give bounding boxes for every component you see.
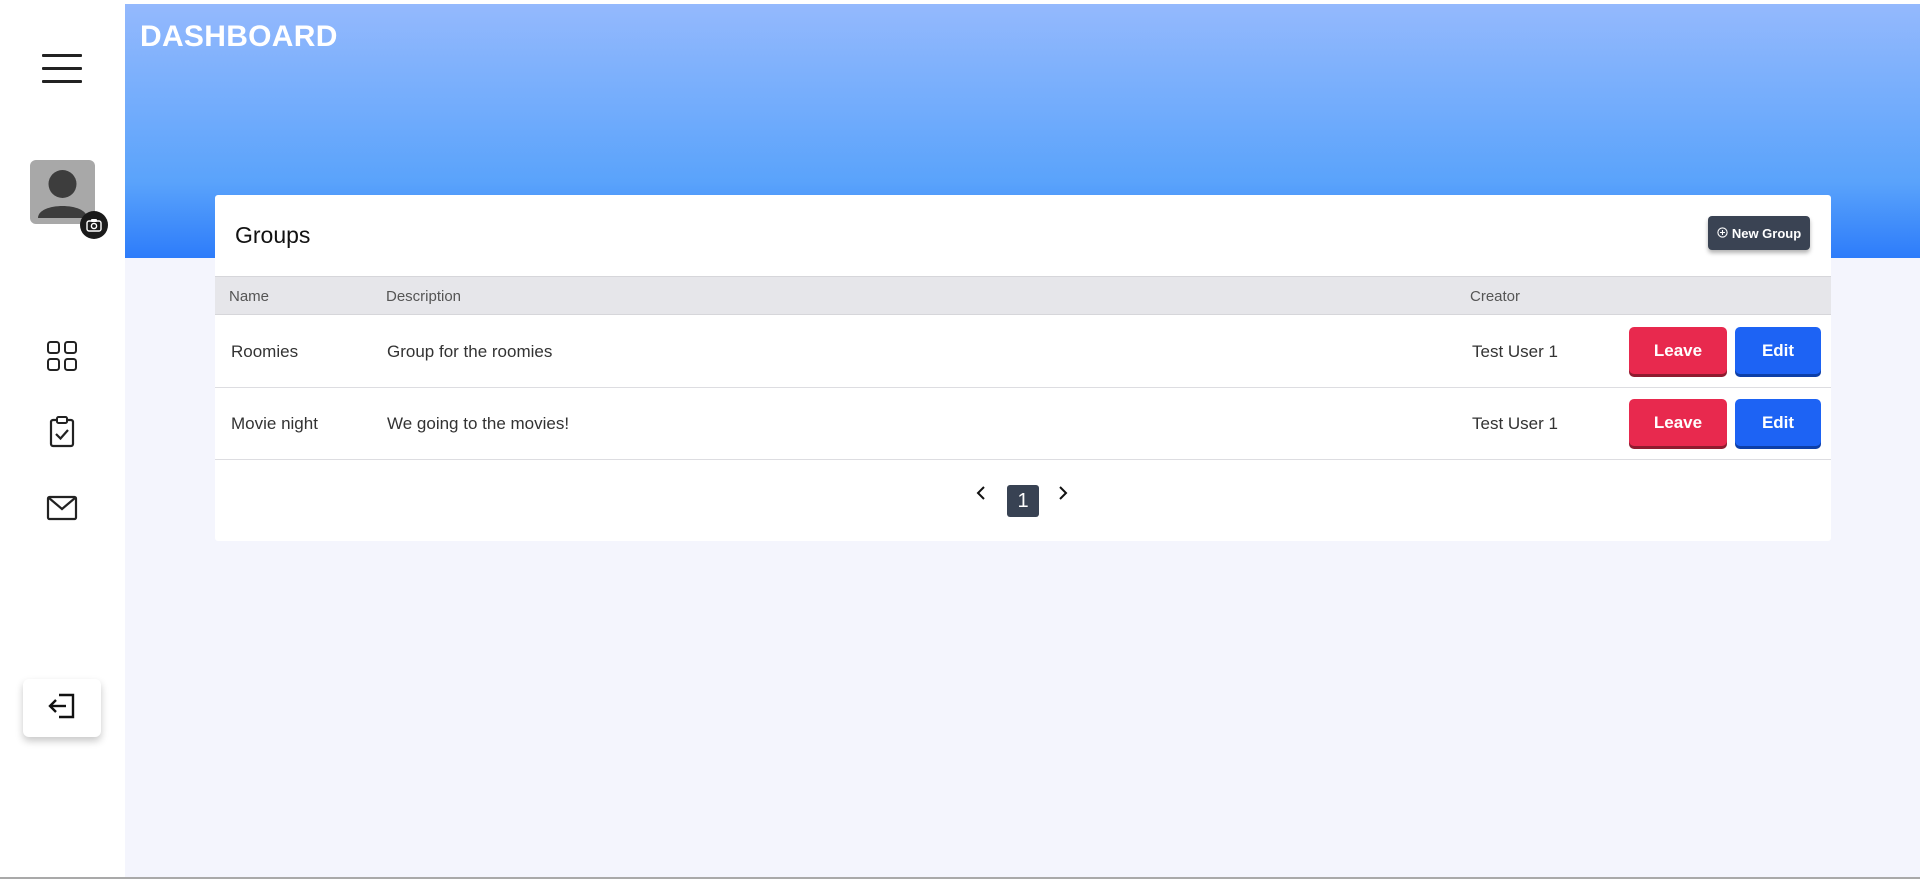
leave-button[interactable]: Leave <box>1629 327 1727 374</box>
group-description: Group for the roomies <box>387 342 553 361</box>
group-name: Movie night <box>231 414 318 433</box>
groups-card: Groups New Group Name Description Creato… <box>215 195 1831 541</box>
leave-button[interactable]: Leave <box>1629 399 1727 446</box>
logout-icon <box>47 692 77 725</box>
edit-button[interactable]: Edit <box>1735 327 1821 374</box>
chevron-left-icon[interactable] <box>971 483 991 503</box>
sidebar <box>0 4 125 877</box>
column-header-description: Description <box>386 288 462 305</box>
clipboard-check-icon[interactable] <box>44 414 80 450</box>
column-header-creator: Creator <box>1470 288 1521 305</box>
groups-card-title: Groups <box>235 222 311 248</box>
group-description: We going to the movies! <box>387 414 570 433</box>
plus-circle-icon <box>1717 226 1728 241</box>
table-header: Name Description Creator <box>215 276 1831 315</box>
mail-icon[interactable] <box>44 490 80 526</box>
camera-icon[interactable] <box>80 211 108 239</box>
hamburger-menu-icon[interactable] <box>42 54 82 84</box>
new-group-button[interactable]: New Group <box>1708 216 1810 250</box>
group-creator: Test User 1 <box>1472 414 1558 433</box>
page-title: DASHBOARD <box>140 20 338 53</box>
group-creator: Test User 1 <box>1472 342 1558 361</box>
logout-button[interactable] <box>23 679 101 737</box>
app-frame: DASHBOARD Groups New Group Name Descript… <box>0 4 1920 879</box>
new-group-label: New Group <box>1731 225 1802 241</box>
group-name: Roomies <box>231 342 299 361</box>
grid-dashboard-icon[interactable] <box>44 338 80 374</box>
pagination-current-page[interactable]: 1 <box>1007 485 1039 517</box>
edit-button[interactable]: Edit <box>1735 399 1821 446</box>
column-header-name: Name <box>229 288 270 305</box>
table-row: Roomies Group for the roomies Test User … <box>215 316 1831 388</box>
chevron-right-icon[interactable] <box>1053 483 1073 503</box>
table-row: Movie night We going to the movies! Test… <box>215 388 1831 460</box>
